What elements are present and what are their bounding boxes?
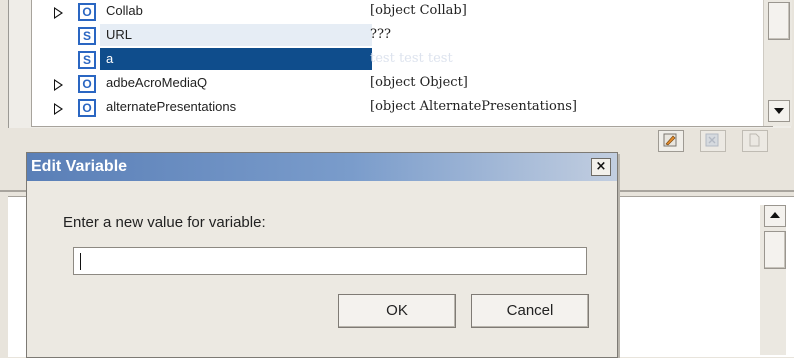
scroll-down-button[interactable]: [768, 100, 790, 122]
delete-variable-button[interactable]: [700, 130, 726, 152]
edit-icon: [663, 133, 677, 147]
tree-row-selected[interactable]: S a test test test: [32, 48, 772, 72]
disabled-new-icon: [749, 133, 760, 147]
expand-arrow-icon[interactable]: [54, 79, 63, 91]
scrollbar-thumb[interactable]: [764, 231, 786, 269]
cancel-button[interactable]: Cancel: [471, 294, 589, 328]
tree-scrollbar[interactable]: [763, 0, 792, 126]
tree-row[interactable]: O alternatePresentations [object Alterna…: [32, 96, 772, 120]
dialog-title-bar[interactable]: Edit Variable ×: [27, 153, 617, 181]
disabled-delete-icon: [705, 133, 719, 147]
variable-value: test test test: [370, 51, 453, 66]
tree-row[interactable]: O adbeAcroMediaQ [object Object]: [32, 72, 772, 96]
variable-name[interactable]: adbeAcroMediaQ: [100, 72, 372, 95]
variable-value: ???: [370, 27, 391, 42]
prompt-label: Enter a new value for variable:: [63, 214, 266, 231]
tree-row[interactable]: S URL ???: [32, 24, 772, 48]
edit-variable-button[interactable]: [658, 130, 684, 152]
chevron-down-icon: [774, 108, 784, 114]
new-value-input[interactable]: [73, 247, 587, 275]
object-type-icon: O: [78, 75, 96, 93]
string-type-icon: S: [78, 27, 96, 45]
scrollbar-thumb[interactable]: [768, 2, 790, 40]
close-button[interactable]: ×: [591, 158, 611, 176]
expand-arrow-icon[interactable]: [54, 7, 63, 19]
new-variable-button[interactable]: [742, 130, 768, 152]
variable-name[interactable]: a: [100, 48, 372, 71]
ok-button[interactable]: OK: [338, 294, 456, 328]
object-type-icon: O: [78, 99, 96, 117]
variable-value: [object Object]: [370, 75, 468, 90]
variables-panel: O Collab [object Collab] S URL ??? S a t…: [8, 0, 792, 128]
expand-arrow-icon[interactable]: [54, 103, 63, 115]
tree-row[interactable]: O Collab [object Collab]: [32, 0, 772, 24]
string-type-icon: S: [78, 51, 96, 69]
text-caret: [80, 253, 81, 270]
variable-value: [object AlternatePresentations]: [370, 99, 577, 114]
variable-name[interactable]: URL: [100, 24, 372, 47]
variable-value: [object Collab]: [370, 3, 467, 18]
close-icon: ×: [595, 159, 607, 174]
object-type-icon: O: [78, 3, 96, 21]
variable-name[interactable]: Collab: [100, 0, 372, 23]
edit-variable-dialog: Edit Variable × Enter a new value for va…: [26, 152, 618, 358]
chevron-up-icon: [770, 212, 780, 218]
dialog-title: Edit Variable: [31, 158, 128, 175]
variables-tree: O Collab [object Collab] S URL ??? S a t…: [31, 0, 773, 127]
console-scrollbar[interactable]: [760, 205, 786, 355]
scroll-up-button[interactable]: [764, 205, 786, 227]
variable-name[interactable]: alternatePresentations: [100, 96, 372, 119]
